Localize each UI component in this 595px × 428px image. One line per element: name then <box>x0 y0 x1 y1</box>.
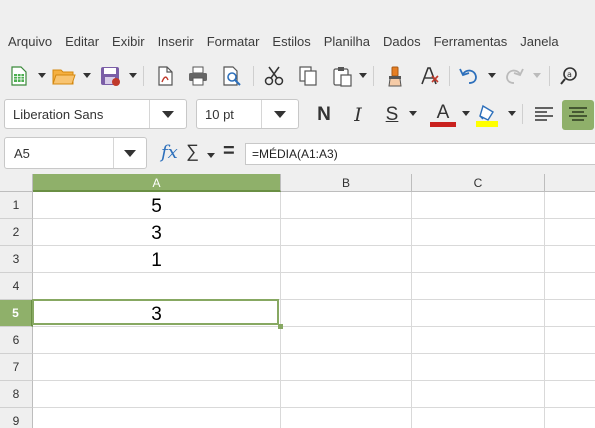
select-all-corner[interactable] <box>0 174 33 192</box>
menu-janela[interactable]: Janela <box>513 28 564 56</box>
save-dropdown-icon[interactable] <box>129 73 137 78</box>
row-header-2[interactable]: 2 <box>0 219 33 246</box>
font-size-value: 10 pt <box>205 106 234 122</box>
save-icon[interactable] <box>98 64 122 88</box>
print-icon[interactable] <box>186 64 210 88</box>
formula-bar: A5 fx ∑ = =MÉDIA(A1:A3) <box>0 134 595 174</box>
menu-ferramentas[interactable]: Ferramentas <box>427 28 514 56</box>
standard-toolbar: a <box>0 56 595 96</box>
row-header-4[interactable]: 4 <box>0 273 33 300</box>
name-box-dropdown[interactable] <box>113 138 146 168</box>
formatting-toolbar: Liberation Sans 10 pt N I S A <box>0 96 595 134</box>
paste-dropdown-icon[interactable] <box>359 73 367 78</box>
menu-planilha[interactable]: Planilha <box>317 28 376 56</box>
row-header-5[interactable]: 5 <box>0 300 33 327</box>
find-replace-icon[interactable]: a <box>558 64 582 88</box>
row-header-3[interactable]: 3 <box>0 246 33 273</box>
font-color-button[interactable]: A <box>430 102 456 128</box>
undo-dropdown-icon[interactable] <box>488 73 496 78</box>
redo-icon[interactable] <box>502 64 526 88</box>
cell-a2[interactable]: 3 <box>33 220 280 247</box>
menu-exibir[interactable]: Exibir <box>105 28 151 56</box>
highlight-icon[interactable] <box>475 102 501 128</box>
title-strip <box>0 0 595 28</box>
highlight-dropdown-icon[interactable] <box>508 111 516 116</box>
font-color-label: A <box>436 102 450 123</box>
font-color-swatch <box>430 122 456 127</box>
font-color-dropdown-icon[interactable] <box>462 111 470 116</box>
formula-input[interactable]: =MÉDIA(A1:A3) <box>245 143 595 165</box>
cut-icon[interactable] <box>262 64 286 88</box>
menu-dados[interactable]: Dados <box>376 28 427 56</box>
cell-a1[interactable]: 5 <box>33 193 280 220</box>
menu-bar: Arquivo Editar Exibir Inserir Formatar E… <box>0 28 595 56</box>
font-size-combo[interactable]: 10 pt <box>196 99 299 129</box>
undo-icon[interactable] <box>457 64 481 88</box>
sum-icon[interactable]: ∑ <box>186 141 199 162</box>
font-size-dropdown[interactable] <box>261 100 298 128</box>
print-preview-icon[interactable] <box>220 64 244 88</box>
formula-equals-icon[interactable]: = <box>223 140 235 163</box>
italic-button[interactable]: I <box>348 102 368 128</box>
row-header-7[interactable]: 7 <box>0 354 33 381</box>
row-header-1[interactable]: 1 <box>0 192 33 219</box>
column-header-b[interactable]: B <box>281 174 412 192</box>
autofill-handle[interactable] <box>278 324 283 329</box>
toolbar-separator <box>253 66 254 86</box>
row-header-9[interactable]: 9 <box>0 408 33 428</box>
column-header-a[interactable]: A <box>33 174 281 192</box>
function-wizard-icon[interactable]: fx <box>161 142 178 163</box>
row-header-8[interactable]: 8 <box>0 381 33 408</box>
underline-button[interactable]: S <box>381 102 403 128</box>
bold-button[interactable]: N <box>313 102 335 128</box>
redo-dropdown-icon <box>533 73 541 78</box>
new-dropdown-icon[interactable] <box>38 73 46 78</box>
export-pdf-icon[interactable] <box>153 64 177 88</box>
font-name-value: Liberation Sans <box>13 106 104 122</box>
name-box[interactable]: A5 <box>4 137 147 169</box>
toolbar-separator <box>522 104 523 124</box>
clone-formatting-icon[interactable] <box>383 64 407 88</box>
menu-inserir[interactable]: Inserir <box>151 28 200 56</box>
paste-icon[interactable] <box>330 64 354 88</box>
font-name-dropdown[interactable] <box>149 100 186 128</box>
grid-line <box>33 407 595 408</box>
spreadsheet-grid: A B C 1 2 3 4 5 6 7 8 9 5 3 1 3 <box>0 174 595 428</box>
column-header-c[interactable]: C <box>412 174 545 192</box>
chevron-down-icon <box>162 110 174 118</box>
cell-a3[interactable]: 1 <box>33 247 280 274</box>
svg-text:a: a <box>567 70 572 79</box>
toolbar-separator <box>449 66 450 86</box>
grid-line <box>33 353 595 354</box>
grid-line <box>33 380 595 381</box>
name-box-value: A5 <box>14 145 30 161</box>
toolbar-separator <box>373 66 374 86</box>
row-header-6[interactable]: 6 <box>0 327 33 354</box>
open-dropdown-icon[interactable] <box>83 73 91 78</box>
align-left-icon[interactable] <box>531 102 557 128</box>
open-icon[interactable] <box>52 64 76 88</box>
copy-icon[interactable] <box>296 64 320 88</box>
menu-formatar[interactable]: Formatar <box>200 28 266 56</box>
font-name-combo[interactable]: Liberation Sans <box>4 99 187 129</box>
underline-dropdown-icon[interactable] <box>409 111 417 116</box>
grid-line <box>544 192 545 428</box>
grid-line <box>411 192 412 428</box>
grid-line <box>33 299 595 300</box>
grid-line <box>280 192 281 428</box>
new-spreadsheet-icon[interactable] <box>7 64 31 88</box>
menu-estilos[interactable]: Estilos <box>265 28 316 56</box>
menu-arquivo[interactable]: Arquivo <box>0 28 58 56</box>
cell-a5[interactable]: 3 <box>33 301 280 328</box>
menu-editar[interactable]: Editar <box>58 28 105 56</box>
chevron-down-icon <box>124 149 136 157</box>
sum-dropdown-icon[interactable] <box>207 153 215 158</box>
align-center-icon[interactable] <box>562 100 594 130</box>
toolbar-separator <box>549 66 550 86</box>
column-header-d[interactable] <box>545 174 595 192</box>
toolbar-separator <box>143 66 144 86</box>
clear-formatting-icon[interactable] <box>418 64 442 88</box>
chevron-down-icon <box>274 110 286 118</box>
